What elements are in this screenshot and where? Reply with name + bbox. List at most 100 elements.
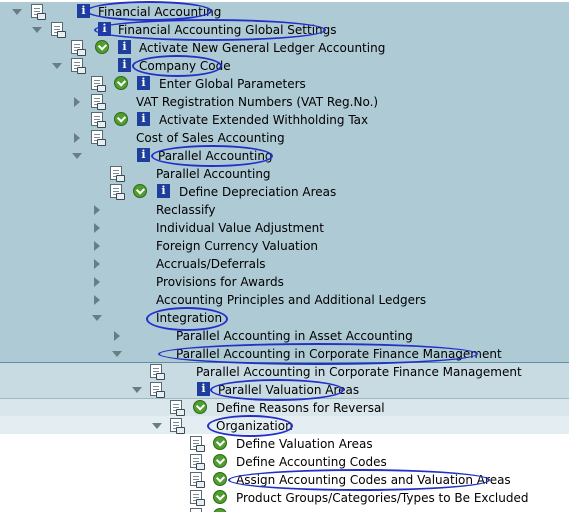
- expand-closed-icon[interactable]: [94, 277, 100, 287]
- expand-closed-icon[interactable]: [94, 223, 100, 233]
- document-icon: [51, 22, 66, 38]
- tree-node-pa-corporate-finance-doc[interactable]: Parallel Accounting in Corporate Finance…: [0, 363, 569, 381]
- tree-node-parallel-valuation-areas[interactable]: i Parallel Valuation Areas: [0, 381, 569, 399]
- execute-clock-icon[interactable]: [114, 112, 128, 126]
- information-icon[interactable]: i: [98, 22, 111, 36]
- tree-node-define-valuation-areas[interactable]: Define Valuation Areas: [0, 435, 569, 453]
- tree-node-pa-corporate-finance[interactable]: Parallel Accounting in Corporate Finance…: [0, 345, 569, 363]
- tree-node-vat-registration[interactable]: VAT Registration Numbers (VAT Reg.No.): [0, 93, 569, 111]
- node-label: Define Accounting Codes: [236, 455, 387, 469]
- document-icon: [170, 400, 185, 416]
- document-icon: [110, 166, 125, 182]
- execute-clock-icon[interactable]: [213, 490, 227, 504]
- document-icon: [170, 418, 185, 434]
- tree-node-provisions-for-awards[interactable]: Provisions for Awards: [0, 273, 569, 291]
- information-icon[interactable]: i: [118, 58, 131, 72]
- document-icon: [190, 454, 205, 470]
- tree-node-accruals-deferrals[interactable]: Accruals/Deferrals: [0, 255, 569, 273]
- node-label: Parallel Accounting in Corporate Finance…: [196, 365, 522, 379]
- tree-node-reclassify[interactable]: Reclassify: [0, 201, 569, 219]
- node-label: Accounting Principles and Additional Led…: [156, 293, 427, 307]
- expand-closed-icon[interactable]: [94, 241, 100, 251]
- node-label: Reclassify: [156, 203, 216, 217]
- execute-clock-icon[interactable]: [213, 436, 227, 450]
- node-label: Company Code: [139, 59, 231, 73]
- tree-node-global-settings[interactable]: i Financial Accounting Global Settings: [0, 21, 569, 39]
- node-label: Parallel Accounting: [156, 167, 271, 181]
- tree-node-foreign-currency-valuation[interactable]: Foreign Currency Valuation: [0, 237, 569, 255]
- expand-closed-icon[interactable]: [94, 205, 100, 215]
- expand-closed-icon[interactable]: [74, 97, 80, 107]
- execute-clock-icon[interactable]: [213, 472, 227, 486]
- tree-node-integration[interactable]: Integration: [0, 309, 569, 327]
- information-icon[interactable]: i: [137, 148, 150, 162]
- node-label: Parallel Accounting: [158, 149, 273, 163]
- node-label: Define Valuation Areas: [236, 437, 373, 451]
- tree-node-company-code[interactable]: i Company Code: [0, 57, 569, 75]
- node-label: VAT Registration Numbers (VAT Reg.No.): [136, 95, 379, 109]
- expand-closed-icon[interactable]: [94, 295, 100, 305]
- tree-node-define-accounting-codes[interactable]: Define Accounting Codes: [0, 453, 569, 471]
- document-icon: [91, 94, 106, 110]
- execute-clock-icon[interactable]: [193, 400, 207, 414]
- expand-open-icon[interactable]: [112, 351, 122, 357]
- node-label: Define Reasons for Reversal: [216, 401, 385, 415]
- node-label: Enter Global Parameters: [159, 77, 306, 91]
- node-label: Parallel Valuation Areas: [218, 383, 360, 397]
- node-label: Parallel Accounting in Corporate Finance…: [176, 347, 502, 361]
- tree-node-activate-new-gl[interactable]: i Activate New General Ledger Accounting: [0, 39, 569, 57]
- tree-node-define-depreciation-areas[interactable]: i Define Depreciation Areas: [0, 183, 569, 201]
- information-icon[interactable]: i: [77, 4, 90, 18]
- tree-node-cutoff: [0, 507, 569, 512]
- document-icon: [190, 508, 202, 512]
- execute-clock-icon[interactable]: [133, 184, 147, 198]
- document-icon: [71, 40, 86, 56]
- expand-open-icon[interactable]: [92, 315, 102, 321]
- node-label: Integration: [156, 311, 223, 325]
- tree-node-financial-accounting[interactable]: i Financial Accounting: [0, 3, 569, 21]
- expand-open-icon[interactable]: [152, 423, 162, 429]
- information-icon[interactable]: i: [137, 76, 150, 90]
- expand-open-icon[interactable]: [132, 387, 142, 393]
- expand-open-icon[interactable]: [32, 27, 42, 33]
- document-icon: [91, 76, 106, 92]
- expand-closed-icon[interactable]: [114, 331, 120, 341]
- expand-open-icon[interactable]: [72, 153, 82, 159]
- execute-clock-icon[interactable]: [114, 76, 128, 90]
- node-label: Assign Accounting Codes and Valuation Ar…: [236, 473, 511, 487]
- tree-node-pa-asset-accounting[interactable]: Parallel Accounting in Asset Accounting: [0, 327, 569, 345]
- execute-clock-icon[interactable]: [95, 40, 109, 54]
- node-label: Accruals/Deferrals: [156, 257, 266, 271]
- document-icon: [91, 130, 106, 146]
- document-icon: [31, 4, 46, 20]
- tree-node-parallel-accounting[interactable]: i Parallel Accounting: [0, 147, 569, 165]
- tree-node-parallel-accounting-doc[interactable]: Parallel Accounting: [0, 165, 569, 183]
- tree-node-extended-withholding-tax[interactable]: i Activate Extended Withholding Tax: [0, 111, 569, 129]
- expand-open-icon[interactable]: [12, 9, 22, 15]
- tree-node-individual-value-adjustment[interactable]: Individual Value Adjustment: [0, 219, 569, 237]
- execute-clock-icon[interactable]: [213, 454, 227, 468]
- img-tree: i Financial Accounting i Financial Accou…: [0, 0, 569, 512]
- document-icon: [190, 436, 205, 452]
- tree-node-assign-accounting-codes[interactable]: Assign Accounting Codes and Valuation Ar…: [0, 471, 569, 489]
- document-icon: [71, 58, 86, 74]
- document-icon: [91, 112, 106, 128]
- node-label: Foreign Currency Valuation: [156, 239, 319, 253]
- information-icon[interactable]: i: [137, 112, 150, 126]
- tree-node-product-groups-excluded[interactable]: Product Groups/Categories/Types to Be Ex…: [0, 489, 569, 507]
- tree-node-organization[interactable]: Organization: [0, 417, 569, 435]
- execute-clock-icon: [213, 508, 227, 512]
- expand-open-icon[interactable]: [52, 63, 62, 69]
- node-label: Parallel Accounting in Asset Accounting: [176, 329, 413, 343]
- document-icon: [190, 472, 205, 488]
- tree-node-define-reasons-reversal[interactable]: Define Reasons for Reversal: [0, 399, 569, 417]
- tree-node-enter-global-parameters[interactable]: i Enter Global Parameters: [0, 75, 569, 93]
- node-label: Define Depreciation Areas: [179, 185, 337, 199]
- information-icon[interactable]: i: [118, 40, 131, 54]
- information-icon[interactable]: i: [157, 184, 170, 198]
- tree-node-cost-of-sales[interactable]: Cost of Sales Accounting: [0, 129, 569, 147]
- tree-node-accounting-principles[interactable]: Accounting Principles and Additional Led…: [0, 291, 569, 309]
- expand-closed-icon[interactable]: [74, 133, 80, 143]
- expand-closed-icon[interactable]: [94, 259, 100, 269]
- information-icon[interactable]: i: [197, 382, 210, 396]
